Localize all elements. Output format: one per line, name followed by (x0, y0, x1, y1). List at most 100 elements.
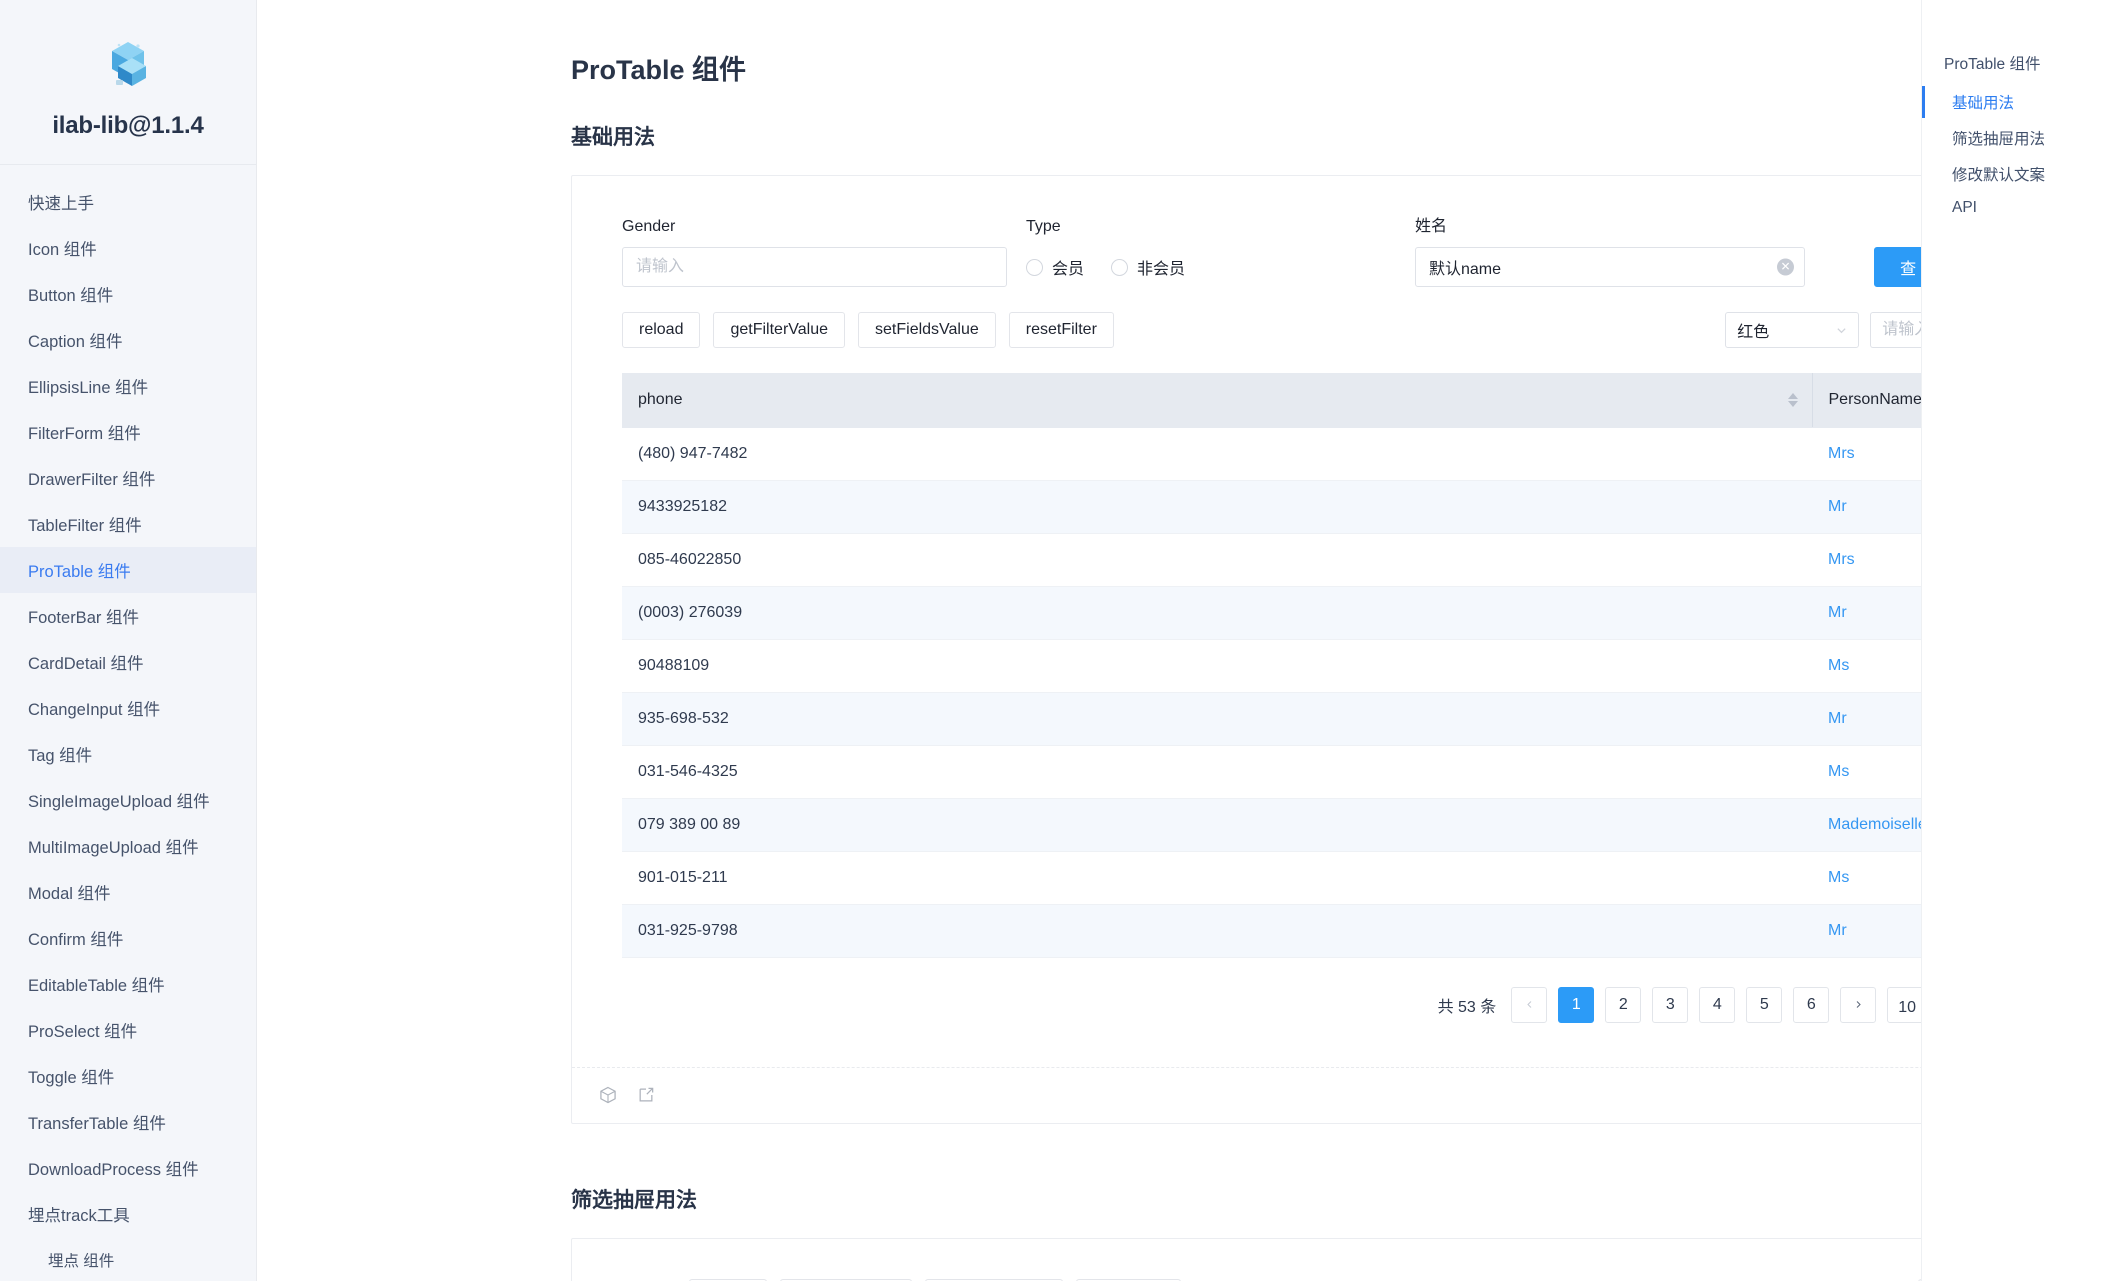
toc-item-1[interactable]: 筛选抽屉用法 (1922, 120, 2119, 156)
sidebar-item-0[interactable]: 快速上手 (0, 179, 256, 225)
cell-phone: 9433925182 (622, 480, 1812, 534)
person-link[interactable]: Mademoiselle (1828, 816, 1927, 833)
pagination-page-3[interactable]: 3 (1652, 986, 1689, 1023)
section-title-drawer: 筛选抽屉用法 (571, 1188, 697, 1212)
pagination-page-4[interactable]: 4 (1699, 986, 1736, 1023)
column-header-phone[interactable]: phone (622, 373, 1812, 428)
sidebar-item-22[interactable]: 埋点track工具 (0, 1191, 256, 1237)
filter-form: Gender Type 会员 (622, 212, 2119, 287)
toc-item-0[interactable]: 基础用法 (1922, 84, 2119, 120)
person-link[interactable]: Mrs (1828, 551, 1855, 568)
sidebar-item-23[interactable]: 埋点 组件 (0, 1237, 256, 1281)
pagination: 共 53 条 123456 10 条/页 跳至 (622, 986, 2119, 1023)
sidebar-item-1[interactable]: Icon 组件 (0, 225, 256, 271)
sidebar-item-label: TransferTable 组件 (28, 1115, 166, 1133)
table-row[interactable]: (480) 947-7482Mrs- (622, 427, 2119, 481)
name-input-wrap: ✕ (1415, 247, 1805, 287)
radio-option-nonmember[interactable]: 非会员 (1111, 255, 1185, 279)
table-row[interactable]: 031-925-9798Mr- (622, 904, 2119, 958)
person-link[interactable]: Ms (1828, 869, 1849, 886)
table-row[interactable]: (0003) 276039Mr- (622, 586, 2119, 640)
cell-phone: 085-46022850 (622, 533, 1812, 587)
sidebar-item-5[interactable]: FilterForm 组件 (0, 409, 256, 455)
person-link[interactable]: Ms (1828, 763, 1849, 780)
sidebar-item-6[interactable]: DrawerFilter 组件 (0, 455, 256, 501)
gender-input[interactable] (622, 247, 1007, 287)
person-link[interactable]: Ms (1828, 657, 1849, 674)
radio-label-nonmember: 非会员 (1137, 261, 1186, 278)
toc-item-2[interactable]: 修改默认文案 (1922, 156, 2119, 192)
pagination-total: 共 53 条 (1437, 998, 1497, 1016)
table-head: phone PersonName Color (622, 373, 2119, 428)
pagination-page-2[interactable]: 2 (1605, 986, 1642, 1023)
codesandbox-icon[interactable] (598, 1085, 618, 1105)
toc-title: ProTable 组件 (1944, 56, 2041, 73)
toolbar-button-reload[interactable]: reload (622, 312, 701, 348)
type-radio-group: 会员 非会员 (1026, 247, 1396, 287)
sidebar-item-label: ProTable 组件 (28, 563, 131, 581)
sidebar-item-17[interactable]: EditableTable 组件 (0, 961, 256, 1007)
name-input[interactable] (1415, 247, 1805, 287)
toolbar-button-resetFilter[interactable]: resetFilter (1008, 312, 1114, 348)
sidebar-item-label: CardDetail 组件 (28, 655, 144, 673)
sidebar-item-label: 快速上手 (28, 195, 94, 213)
person-link[interactable]: Mr (1828, 604, 1847, 621)
color-select[interactable]: 红色 (1725, 312, 1860, 348)
sidebar-item-14[interactable]: MultiImageUpload 组件 (0, 823, 256, 869)
table-row[interactable]: 031-546-4325Ms- (622, 745, 2119, 799)
table-row[interactable]: 085-46022850Mrs- (622, 533, 2119, 587)
toc-list: 基础用法 筛选抽屉用法 修改默认文案 API (1922, 84, 2119, 224)
sidebar-item-8[interactable]: ProTable 组件 (0, 547, 256, 593)
toc-item-3[interactable]: API (1922, 192, 2119, 224)
sidebar-item-7[interactable]: TableFilter 组件 (0, 501, 256, 547)
sort-updown-icon[interactable] (1787, 392, 1798, 407)
sidebar-item-20[interactable]: TransferTable 组件 (0, 1099, 256, 1145)
person-link[interactable]: Mr (1828, 498, 1847, 515)
external-link-icon[interactable] (636, 1085, 656, 1105)
toolbar-button-setFieldsValue[interactable]: setFieldsValue (858, 312, 996, 348)
cell-phone: 90488109 (622, 639, 1812, 693)
sidebar-item-18[interactable]: ProSelect 组件 (0, 1007, 256, 1053)
sidebar-item-label: Modal 组件 (28, 885, 111, 903)
toolbar-button-getFilterValue[interactable]: getFilterValue (713, 312, 846, 348)
sidebar-item-12[interactable]: Tag 组件 (0, 731, 256, 777)
table-row[interactable]: 935-698-532Mr- (622, 692, 2119, 746)
app-root: ilab-lib@1.1.4 快速上手 Icon 组件 Button 组件 Capti… (0, 0, 2119, 1281)
demo-card-basic: Gender Type 会员 (571, 175, 2119, 1124)
cell-phone: (0003) 276039 (622, 586, 1812, 640)
sidebar-item-label: TableFilter 组件 (28, 517, 142, 535)
pagination-page-6[interactable]: 6 (1793, 986, 1830, 1023)
demo-card-drawer: 示例： reloadgetFilterValuesetFieldsValuere… (571, 1237, 2119, 1281)
pagination-page-5[interactable]: 5 (1746, 986, 1783, 1023)
sidebar-item-9[interactable]: FooterBar 组件 (0, 593, 256, 639)
pagination-prev[interactable] (1511, 986, 1548, 1023)
sidebar-item-19[interactable]: Toggle 组件 (0, 1053, 256, 1099)
sidebar-item-label: Tag 组件 (28, 747, 93, 765)
pagination-page-1[interactable]: 1 (1558, 986, 1595, 1023)
sidebar-item-16[interactable]: Confirm 组件 (0, 915, 256, 961)
sidebar-item-2[interactable]: Button 组件 (0, 271, 256, 317)
pagination-next[interactable] (1840, 986, 1877, 1023)
table-row[interactable]: 90488109Ms- (622, 639, 2119, 693)
sidebar-item-13[interactable]: SingleImageUpload 组件 (0, 777, 256, 823)
sidebar-item-21[interactable]: DownloadProcess 组件 (0, 1145, 256, 1191)
sidebar-item-11[interactable]: ChangeInput 组件 (0, 685, 256, 731)
data-table: phone PersonName Color (622, 373, 2119, 958)
person-link[interactable]: Mr (1828, 922, 1847, 939)
sidebar-item-3[interactable]: Caption 组件 (0, 317, 256, 363)
content-column: ProTable 组件 基础用法 Gender Type (257, 0, 2119, 1281)
person-link[interactable]: Mrs (1828, 445, 1855, 462)
table-row[interactable]: 9433925182Mr- (622, 480, 2119, 534)
radio-option-member[interactable]: 会员 (1026, 255, 1084, 279)
table-row[interactable]: 901-015-211Ms- (622, 851, 2119, 905)
circle-close-icon[interactable]: ✕ (1777, 258, 1794, 276)
main-content: ProTable 组件 基础用法 Gender Type (257, 0, 2119, 1281)
sidebar-item-4[interactable]: EllipsisLine 组件 (0, 363, 256, 409)
sidebar-item-label: ProSelect 组件 (28, 1023, 138, 1041)
table-row[interactable]: 079 389 00 89Mademoiselle- (622, 798, 2119, 852)
cell-phone: (480) 947-7482 (622, 427, 1812, 481)
person-link[interactable]: Mr (1828, 710, 1847, 727)
radio-circle-icon (1026, 258, 1043, 276)
sidebar-item-10[interactable]: CardDetail 组件 (0, 639, 256, 685)
sidebar-item-15[interactable]: Modal 组件 (0, 869, 256, 915)
